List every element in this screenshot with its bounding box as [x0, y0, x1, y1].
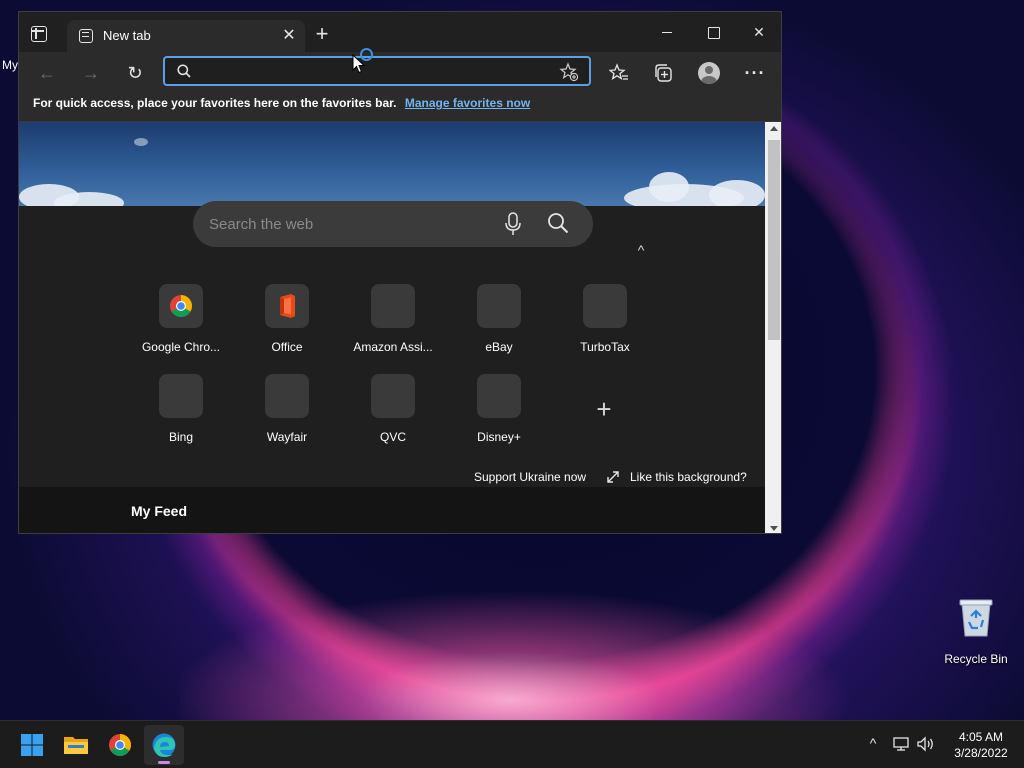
edge-taskbar-button[interactable] [144, 725, 184, 765]
forward-button[interactable]: → [75, 57, 107, 89]
new-tab-button[interactable]: + [311, 23, 333, 46]
desktop-icon-label-partial[interactable]: My [2, 58, 18, 72]
chrome-icon [159, 284, 203, 328]
recycle-bin-label: Recycle Bin [944, 652, 1008, 666]
quick-link-label: Disney+ [477, 430, 521, 444]
web-search-box[interactable] [193, 201, 593, 247]
blank-tile-icon [265, 374, 309, 418]
settings-more-button[interactable]: ··· [739, 57, 771, 89]
quick-link-label: Office [271, 340, 303, 354]
volume-icon[interactable] [916, 735, 936, 753]
blank-tile-icon [159, 374, 203, 418]
edge-icon [152, 733, 176, 757]
minimize-button[interactable] [644, 20, 690, 44]
support-ukraine-link[interactable]: Support Ukraine now [474, 470, 586, 484]
page-scrollbar[interactable] [765, 122, 781, 533]
chrome-taskbar-button[interactable] [100, 725, 140, 765]
start-button[interactable] [12, 725, 52, 765]
blank-tile-icon [477, 284, 521, 328]
new-tab-page-icon [79, 29, 93, 43]
tab-new-tab[interactable]: New tab ✕ [67, 20, 305, 52]
scroll-down-arrow-icon[interactable] [770, 526, 778, 531]
quick-link-disney-plus[interactable]: Disney+ [449, 374, 549, 446]
blank-tile-icon [371, 284, 415, 328]
feed-header: My Feed [19, 487, 765, 533]
tab-title: New tab [103, 28, 151, 43]
blank-tile-icon [371, 374, 415, 418]
new-tab-page: ^ Google Chro... [19, 122, 765, 533]
recycle-bin-desktop-icon[interactable]: Recycle Bin [940, 596, 1012, 666]
blank-tile-icon [583, 284, 627, 328]
microphone-icon[interactable] [503, 212, 523, 236]
system-clock[interactable]: 4:05 AM 3/28/2022 [946, 729, 1016, 761]
favorites-bar: For quick access, place your favorites h… [19, 92, 781, 122]
address-bar[interactable] [163, 56, 591, 86]
recycle-bin-icon [959, 599, 993, 637]
add-favorite-star-icon[interactable] [559, 62, 579, 82]
quick-link-wayfair[interactable]: Wayfair [237, 374, 337, 446]
tab-actions-menu-icon[interactable] [31, 26, 47, 42]
collections-button[interactable] [647, 57, 679, 89]
favorites-button[interactable] [603, 57, 635, 89]
start-icon [21, 734, 43, 756]
edge-browser-window: New tab ✕ + ✕ ← → ↻ ··· For quick access… [18, 11, 782, 534]
back-button[interactable]: ← [31, 57, 63, 89]
folder-icon [64, 737, 88, 754]
scroll-up-arrow-icon[interactable] [770, 126, 778, 131]
quick-link-label: Wayfair [266, 430, 308, 444]
close-window-button[interactable]: ✕ [736, 20, 781, 44]
add-site-button[interactable]: + [590, 396, 618, 424]
web-search-input[interactable] [209, 213, 489, 235]
clock-time: 4:05 AM [958, 730, 1004, 744]
collapse-chevron-up-icon[interactable]: ^ [631, 242, 651, 262]
like-background-label: Like this background? [630, 470, 747, 484]
quick-link-google-chrome[interactable]: Google Chro... [131, 284, 231, 356]
show-hidden-icons-chevron-icon[interactable]: ^ [864, 735, 882, 753]
blank-tile-icon [477, 374, 521, 418]
active-app-indicator [158, 761, 170, 764]
tab-close-icon[interactable]: ✕ [279, 26, 299, 46]
office-icon [265, 284, 309, 328]
quick-link-turbotax[interactable]: TurboTax [555, 284, 655, 356]
profile-button[interactable] [693, 57, 725, 89]
quick-link-label: Amazon Assi... [353, 340, 433, 354]
manage-favorites-link[interactable]: Manage favorites now [405, 96, 530, 110]
favorites-star-list-icon [608, 63, 628, 81]
search-icon[interactable] [547, 212, 569, 234]
maximize-button[interactable] [690, 20, 736, 44]
search-icon [177, 64, 191, 78]
file-explorer-button[interactable] [56, 725, 96, 765]
my-feed-tab[interactable]: My Feed [131, 503, 187, 519]
quick-link-office[interactable]: Office [237, 284, 337, 356]
taskbar: ^ 4:05 AM 3/28/2022 [0, 720, 1024, 768]
browser-toolbar: ← → ↻ ··· [19, 52, 781, 92]
quick-link-label: QVC [379, 430, 406, 444]
scrollbar-thumb[interactable] [768, 140, 780, 340]
refresh-button[interactable]: ↻ [119, 57, 151, 89]
background-image [19, 122, 765, 214]
address-input[interactable] [199, 61, 549, 83]
favorites-bar-message: For quick access, place your favorites h… [33, 96, 397, 110]
mouse-cursor-icon [352, 54, 366, 74]
avatar [698, 62, 720, 84]
tab-strip: New tab ✕ + ✕ [19, 12, 781, 52]
quick-link-label: Google Chro... [141, 340, 221, 354]
network-icon[interactable] [892, 735, 910, 753]
quick-link-qvc[interactable]: QVC [343, 374, 443, 446]
quick-link-bing[interactable]: Bing [131, 374, 231, 446]
cloud-shape [134, 138, 148, 146]
chrome-icon [109, 734, 131, 756]
quick-link-ebay[interactable]: eBay [449, 284, 549, 356]
quick-link-label: eBay [485, 340, 513, 354]
collections-icon [655, 64, 672, 82]
quick-link-amazon-assistant[interactable]: Amazon Assi... [343, 284, 443, 356]
clock-date: 3/28/2022 [954, 746, 1008, 760]
expand-arrows-icon [607, 471, 619, 483]
quick-link-label: TurboTax [580, 340, 630, 354]
quick-link-label: Bing [168, 430, 194, 444]
